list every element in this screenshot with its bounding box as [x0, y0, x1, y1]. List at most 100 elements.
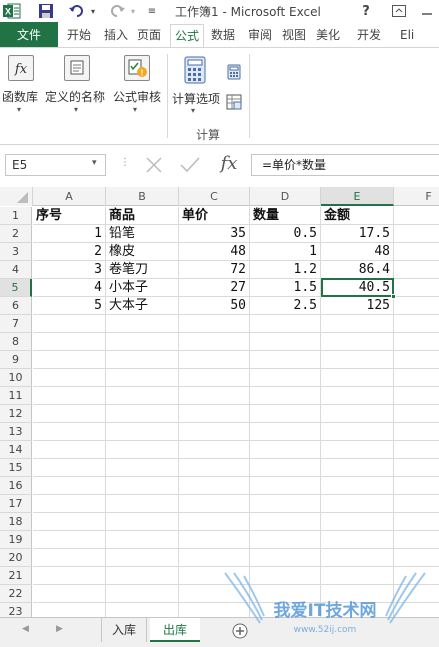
cell[interactable] — [33, 495, 106, 513]
cell[interactable] — [321, 585, 394, 603]
cell[interactable] — [394, 477, 439, 495]
cell[interactable] — [33, 477, 106, 495]
sheet-tab-inbound[interactable]: 入库 — [101, 618, 147, 642]
tab-home[interactable]: 开始 — [63, 26, 95, 48]
cell[interactable] — [179, 459, 250, 477]
cell[interactable] — [321, 567, 394, 585]
table-cell[interactable]: 86.4 — [321, 261, 394, 279]
row-header[interactable]: 11 — [0, 387, 32, 405]
undo-dropdown-icon[interactable]: ▾ — [88, 2, 98, 20]
formula-input[interactable]: =单价*数量 — [251, 154, 439, 176]
cell[interactable] — [106, 477, 179, 495]
function-icon[interactable]: fx — [8, 55, 34, 81]
cell[interactable] — [321, 531, 394, 549]
select-all-corner[interactable] — [0, 187, 33, 206]
cell[interactable] — [250, 477, 321, 495]
plus-circle-icon[interactable] — [232, 623, 248, 639]
cell[interactable] — [33, 513, 106, 531]
redo-dropdown-icon[interactable]: ▾ — [128, 2, 138, 20]
cell[interactable] — [394, 315, 439, 333]
table-cell[interactable]: 小本子 — [106, 279, 179, 297]
table-cell[interactable]: 48 — [321, 243, 394, 261]
cell[interactable] — [321, 369, 394, 387]
table-cell[interactable]: 4 — [33, 279, 106, 297]
row-header[interactable]: 13 — [0, 423, 32, 441]
table-header-cell[interactable]: 商品 — [106, 207, 179, 225]
cell[interactable] — [250, 315, 321, 333]
row-header[interactable]: 2 — [0, 225, 32, 243]
cell[interactable] — [33, 315, 106, 333]
table-cell[interactable]: 50 — [179, 297, 250, 315]
name-manager-icon[interactable] — [64, 55, 90, 81]
cell[interactable] — [106, 495, 179, 513]
cell[interactable] — [250, 333, 321, 351]
cell[interactable] — [106, 423, 179, 441]
cell[interactable] — [250, 567, 321, 585]
table-cell[interactable]: 72 — [179, 261, 250, 279]
row-header[interactable]: 4 — [0, 261, 32, 279]
cell[interactable] — [179, 405, 250, 423]
cell[interactable] — [106, 567, 179, 585]
row-header[interactable]: 6 — [0, 297, 32, 315]
scroll-left-icon[interactable]: ◀ — [22, 624, 29, 634]
formula-auditing-button[interactable]: 公式审核 — [113, 88, 161, 105]
row-header[interactable]: 12 — [0, 405, 32, 423]
cell[interactable] — [394, 495, 439, 513]
cell[interactable] — [250, 549, 321, 567]
cell[interactable] — [394, 225, 439, 243]
tab-view[interactable]: 视图 — [278, 26, 310, 48]
cell[interactable] — [321, 405, 394, 423]
enter-icon[interactable] — [176, 153, 204, 177]
row-header[interactable]: 15 — [0, 459, 32, 477]
row-header[interactable]: 17 — [0, 495, 32, 513]
cell[interactable] — [179, 585, 250, 603]
cell[interactable] — [33, 351, 106, 369]
cell[interactable] — [33, 549, 106, 567]
cell[interactable] — [106, 315, 179, 333]
cell[interactable] — [250, 441, 321, 459]
table-cell[interactable]: 1 — [33, 225, 106, 243]
row-header[interactable]: 21 — [0, 567, 32, 585]
cell[interactable] — [106, 549, 179, 567]
table-cell[interactable]: 27 — [179, 279, 250, 297]
table-cell[interactable]: 5 — [33, 297, 106, 315]
cell[interactable] — [33, 531, 106, 549]
cell[interactable] — [179, 549, 250, 567]
scroll-right-icon[interactable]: ▶ — [56, 624, 63, 634]
redo-icon[interactable] — [106, 2, 128, 20]
table-cell[interactable]: 48 — [179, 243, 250, 261]
cell[interactable] — [250, 387, 321, 405]
cell[interactable] — [394, 279, 439, 297]
cell[interactable] — [321, 513, 394, 531]
column-header-d[interactable]: D — [250, 187, 321, 206]
cell[interactable] — [33, 369, 106, 387]
cell[interactable] — [394, 585, 439, 603]
row-header[interactable]: 23 — [0, 603, 32, 617]
cell[interactable] — [250, 603, 321, 617]
cell[interactable] — [179, 333, 250, 351]
cell[interactable] — [394, 441, 439, 459]
cell[interactable] — [394, 549, 439, 567]
cell[interactable] — [250, 531, 321, 549]
cell[interactable] — [179, 531, 250, 549]
cell[interactable] — [106, 369, 179, 387]
cell[interactable] — [394, 405, 439, 423]
cell[interactable] — [250, 405, 321, 423]
table-header-cell[interactable]: 金额 — [321, 207, 394, 225]
cell[interactable] — [33, 333, 106, 351]
cell[interactable] — [179, 603, 250, 617]
cell[interactable] — [321, 315, 394, 333]
row-header[interactable]: 1 — [0, 207, 32, 225]
cell[interactable] — [179, 315, 250, 333]
customize-toolbar-icon[interactable]: ≡ — [146, 2, 158, 20]
cell[interactable] — [250, 459, 321, 477]
cell[interactable] — [394, 333, 439, 351]
table-header-cell[interactable]: 单价 — [179, 207, 250, 225]
cell[interactable] — [106, 441, 179, 459]
cell[interactable] — [106, 585, 179, 603]
cell[interactable] — [394, 369, 439, 387]
cell[interactable] — [179, 567, 250, 585]
row-header[interactable]: 10 — [0, 369, 32, 387]
table-cell[interactable]: 1 — [250, 243, 321, 261]
cell[interactable] — [179, 369, 250, 387]
